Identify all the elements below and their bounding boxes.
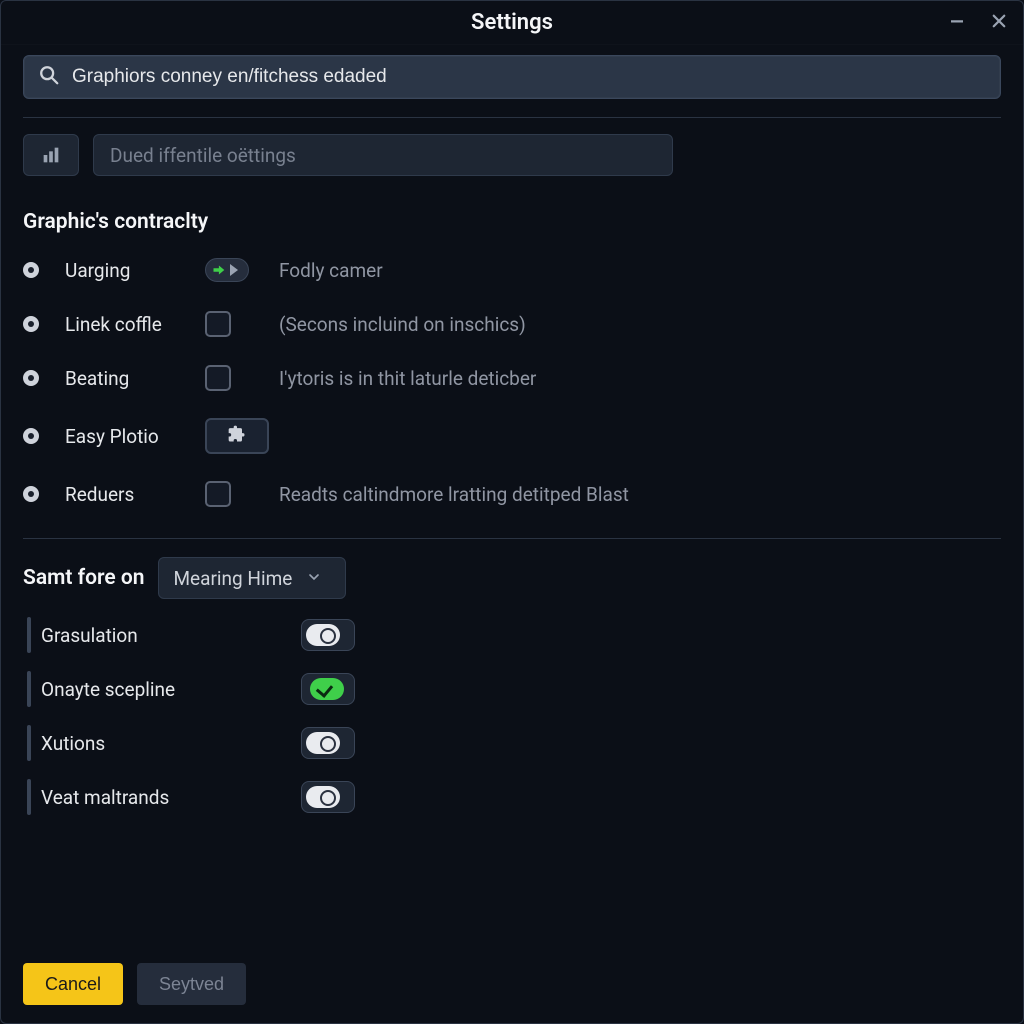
option-beating: Beating I'ytoris is in thit laturle deti…	[23, 364, 1001, 392]
puzzle-icon	[227, 424, 247, 448]
mode-row: Samt fore on Mearing Hime	[23, 557, 1001, 599]
toggle-row-veat: Veat maltrands	[23, 779, 1001, 815]
option-reduers: Reduers Readts caltindmore lratting deti…	[23, 480, 1001, 508]
radio-uarging[interactable]	[23, 262, 39, 278]
toggle-label: Veat maltrands	[41, 786, 291, 809]
bar-chart-icon	[40, 144, 62, 166]
search-input[interactable]	[72, 66, 986, 88]
option-desc: I'ytoris is in thit laturle deticber	[279, 367, 1001, 390]
chevron-down-icon	[306, 567, 322, 590]
divider	[23, 538, 1001, 539]
graphics-options: Uarging Fodly camer Linek coffle (Secons…	[23, 256, 1001, 508]
footer: Cancel Seytved	[1, 949, 1023, 1023]
profile-select[interactable]: Dued iffentile oëttings	[93, 134, 673, 176]
toggle-list: Grasulation Onayte scepline Xutions Veat…	[23, 617, 1001, 815]
accent-bar	[27, 779, 31, 815]
mode-select-value: Mearing Hime	[173, 567, 292, 590]
option-desc: Fodly camer	[279, 259, 1001, 282]
toggle-onayte-scepline[interactable]	[301, 673, 355, 705]
toggle-veat-maltrands[interactable]	[301, 781, 355, 813]
save-button[interactable]: Seytved	[137, 963, 246, 1005]
option-label: Reduers	[65, 483, 195, 506]
divider	[23, 117, 1001, 118]
toggle-uarging[interactable]	[205, 258, 249, 282]
toggle-label: Onayte scepline	[41, 678, 291, 701]
close-button[interactable]	[987, 9, 1011, 33]
cancel-button[interactable]: Cancel	[23, 963, 123, 1005]
checkbox-beating[interactable]	[205, 365, 231, 391]
checkbox-linek[interactable]	[205, 311, 231, 337]
content-area: Dued iffentile oëttings Graphic's contra…	[1, 45, 1023, 949]
window-buttons	[945, 9, 1011, 33]
option-label: Linek coffle	[65, 313, 195, 336]
option-desc: (Secons incluind on inschics)	[279, 313, 1001, 336]
window-title: Settings	[471, 10, 553, 35]
radio-beating[interactable]	[23, 370, 39, 386]
close-icon	[990, 12, 1008, 30]
accent-bar	[27, 617, 31, 653]
profile-row: Dued iffentile oëttings	[23, 134, 1001, 176]
toggle-row-xutions: Xutions	[23, 725, 1001, 761]
settings-window: Settings	[0, 0, 1024, 1024]
search-bar[interactable]	[23, 55, 1001, 99]
plugin-button[interactable]	[205, 418, 269, 454]
search-icon	[38, 64, 60, 90]
option-label: Easy Plotio	[65, 425, 195, 448]
profile-placeholder: Dued iffentile oëttings	[110, 144, 296, 167]
minimize-icon	[948, 12, 966, 30]
mode-label: Samt fore on	[23, 566, 144, 590]
minimize-button[interactable]	[945, 9, 969, 33]
accent-bar	[27, 671, 31, 707]
option-desc: Readts caltindmore lratting detitped Bla…	[279, 483, 1001, 506]
toggle-label: Grasulation	[41, 624, 291, 647]
titlebar: Settings	[1, 1, 1023, 45]
radio-reduers[interactable]	[23, 486, 39, 502]
option-label: Uarging	[65, 259, 195, 282]
option-uarging: Uarging Fodly camer	[23, 256, 1001, 284]
stats-button[interactable]	[23, 134, 79, 176]
checkbox-reduers[interactable]	[205, 481, 231, 507]
mode-select[interactable]: Mearing Hime	[158, 557, 346, 599]
radio-linek[interactable]	[23, 316, 39, 332]
section-graphics-title: Graphic's contraclty	[23, 210, 1001, 234]
toggle-row-grasulation: Grasulation	[23, 617, 1001, 653]
toggle-label: Xutions	[41, 732, 291, 755]
toggle-row-onayte: Onayte scepline	[23, 671, 1001, 707]
accent-bar	[27, 725, 31, 761]
toggle-xutions[interactable]	[301, 727, 355, 759]
option-label: Beating	[65, 367, 195, 390]
option-linek-coffle: Linek coffle (Secons incluind on inschic…	[23, 310, 1001, 338]
option-easy-plotio: Easy Plotio	[23, 418, 1001, 454]
radio-easy-plotio[interactable]	[23, 428, 39, 444]
toggle-grasulation[interactable]	[301, 619, 355, 651]
